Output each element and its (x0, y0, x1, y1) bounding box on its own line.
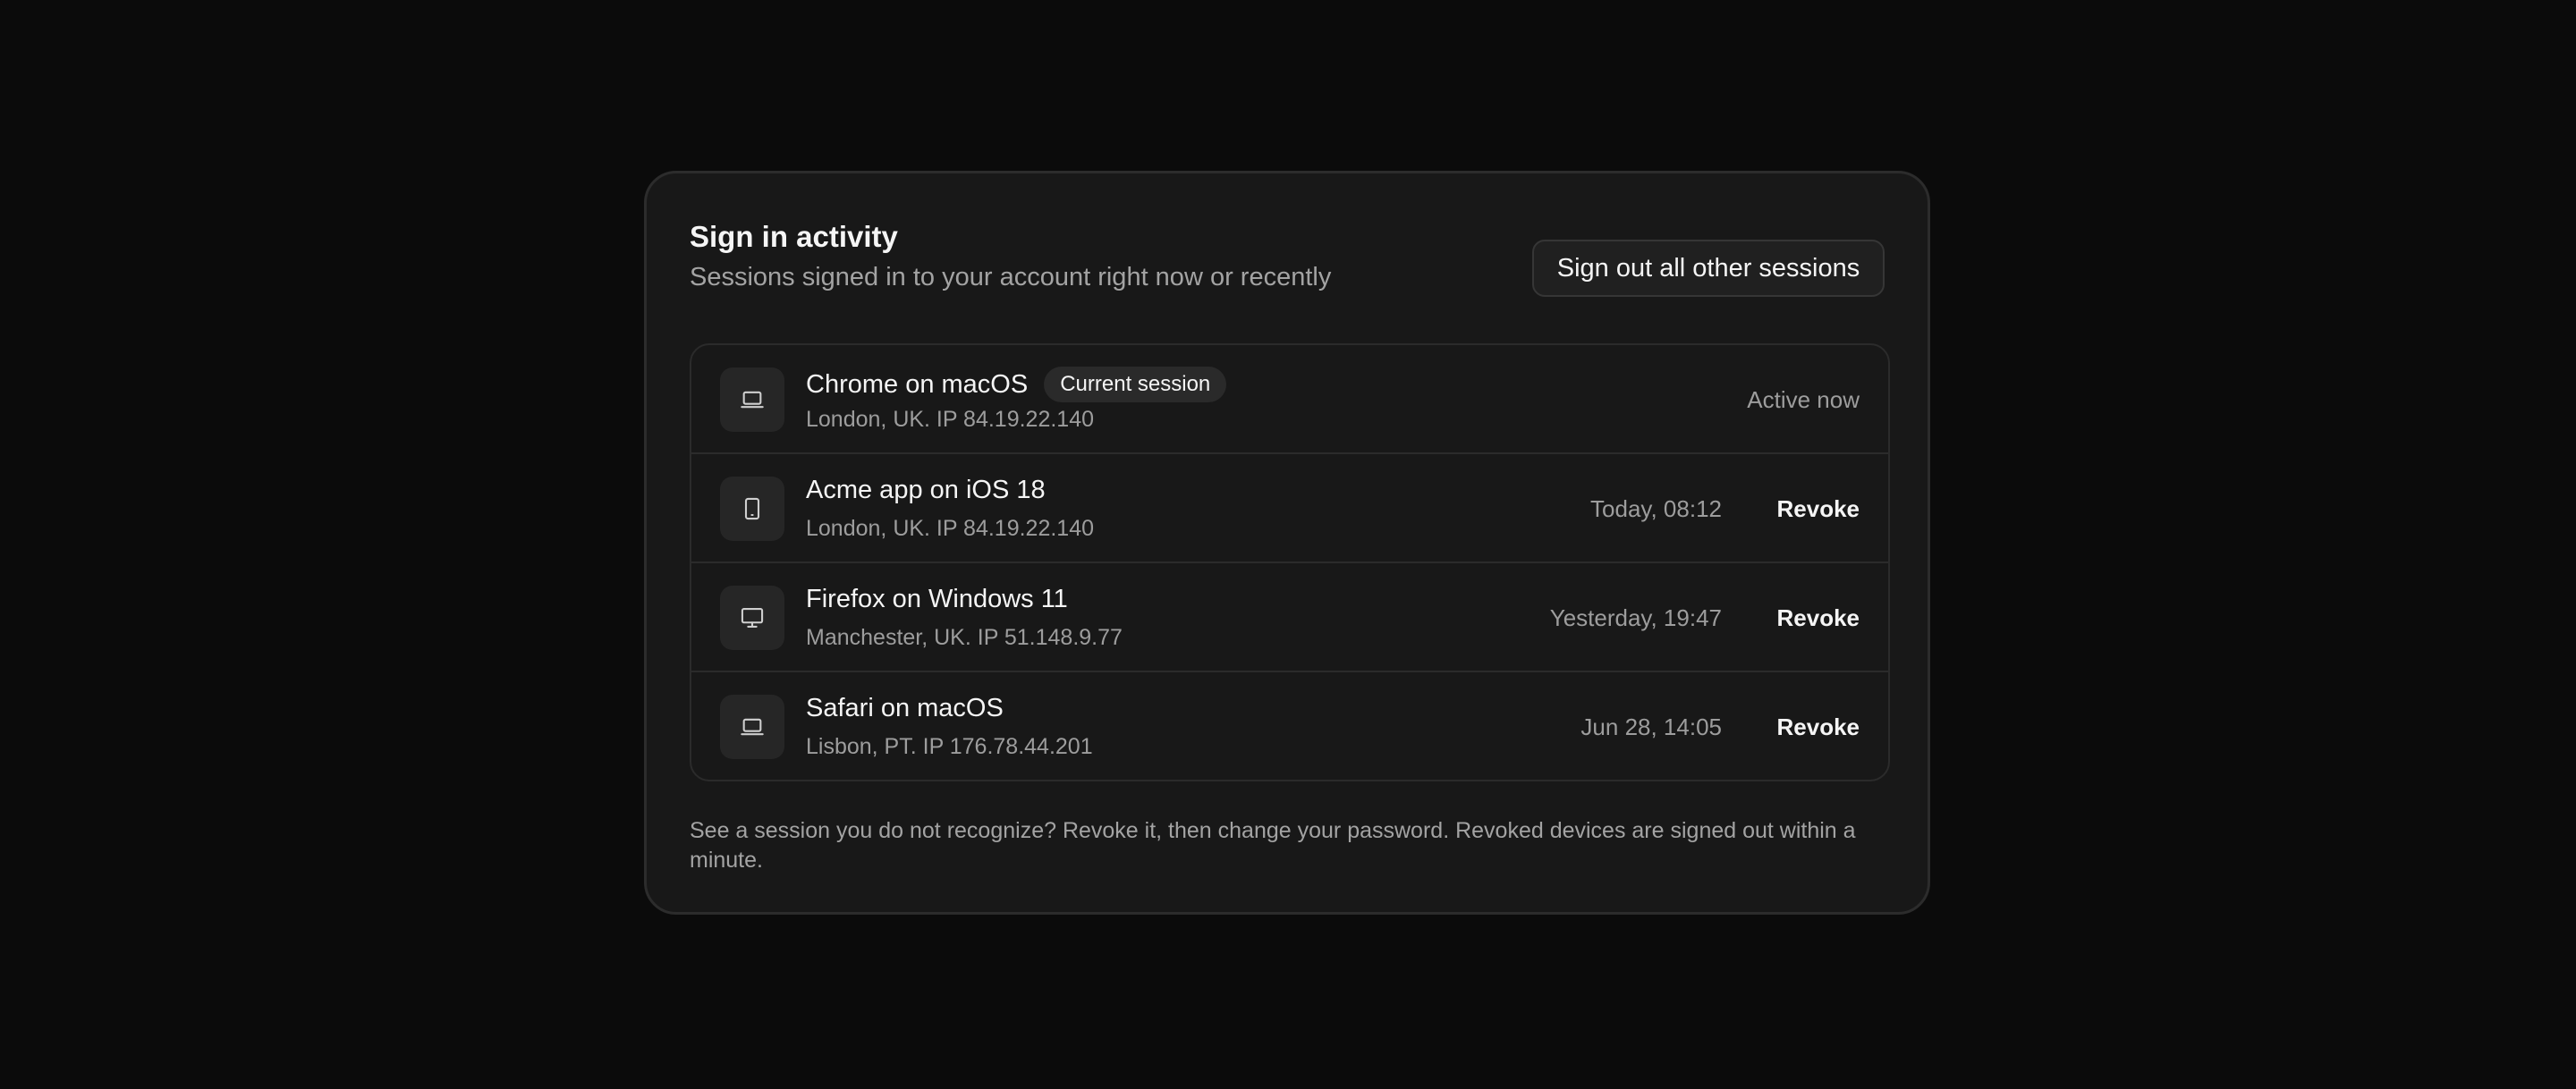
session-row-safari-macos: Safari on macOS Lisbon, PT. IP 176.78.44… (691, 672, 1888, 780)
session-last-active: Today, 08:12 (1590, 495, 1722, 522)
session-location: Lisbon, PT. IP 176.78.44.201 (806, 734, 1093, 759)
session-row-firefox-windows: Firefox on Windows 11 Manchester, UK. IP… (691, 563, 1888, 672)
sessions-list: Chrome on macOS Current session London, … (690, 343, 1890, 781)
session-device-name: Safari on macOS (806, 694, 1004, 722)
phone-icon (720, 477, 784, 541)
session-last-active: Active now (1747, 386, 1860, 413)
card-title: Sign in activity (690, 220, 898, 253)
card-subtitle: Sessions signed in to your account right… (690, 263, 1332, 291)
sign-in-activity-card: Sign in activity Sessions signed in to y… (644, 171, 1930, 915)
session-device-name: Chrome on macOS (806, 369, 1029, 399)
security-footer-note: See a session you do not recognize? Revo… (690, 818, 1856, 873)
revoke-session-button[interactable]: Revoke (1777, 488, 1860, 529)
session-device-name: Firefox on Windows 11 (806, 585, 1068, 613)
sign-out-all-sessions-button[interactable]: Sign out all other sessions (1532, 240, 1885, 297)
laptop-icon (720, 367, 784, 432)
session-last-active: Yesterday, 19:47 (1549, 604, 1722, 631)
revoke-session-button[interactable]: Revoke (1777, 706, 1860, 747)
revoke-session-button[interactable]: Revoke (1777, 597, 1860, 638)
session-location: London, UK. IP 84.19.22.140 (806, 407, 1095, 432)
laptop-icon (720, 695, 784, 759)
session-row-chrome-macos: Chrome on macOS Current session London, … (691, 345, 1888, 454)
session-device-name: Acme app on iOS 18 (806, 476, 1046, 504)
session-location: London, UK. IP 84.19.22.140 (806, 516, 1095, 541)
session-location: Manchester, UK. IP 51.148.9.77 (806, 625, 1123, 650)
monitor-icon (720, 586, 784, 650)
session-row-acme-ios: Acme app on iOS 18 London, UK. IP 84.19.… (691, 454, 1888, 563)
current-session-badge: Current session (1044, 367, 1227, 402)
session-last-active: Jun 28, 14:05 (1580, 713, 1722, 740)
